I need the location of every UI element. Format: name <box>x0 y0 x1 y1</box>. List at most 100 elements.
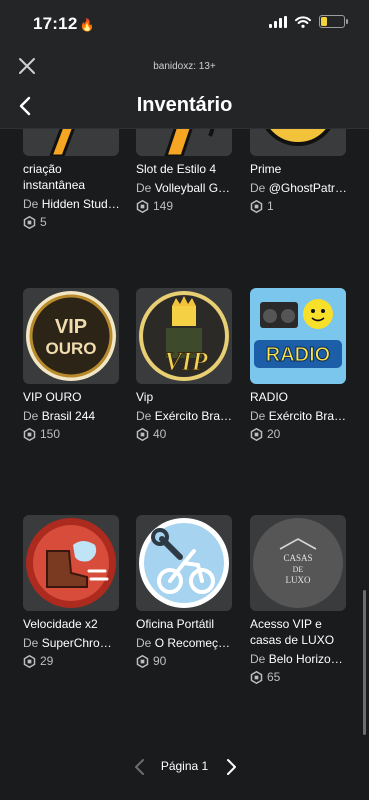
item-thumbnail[interactable] <box>250 129 346 156</box>
item-price: 20 <box>250 427 346 441</box>
price-value: 90 <box>153 654 167 668</box>
inventory-item[interactable]: criação instantânea De Hidden Stud… 5 <box>23 129 120 229</box>
inventory-item[interactable]: Prime De @GhostPatr… 1 <box>250 129 347 213</box>
creator-prefix: De <box>23 409 39 423</box>
lightning-bolt-icon <box>49 129 75 156</box>
thumb-text: DE <box>293 565 304 574</box>
item-name: Velocidade x2 <box>23 617 98 631</box>
creator-prefix: De <box>23 197 39 211</box>
item-name: VIP OURO <box>23 390 82 404</box>
item-price: 65 <box>250 670 346 684</box>
nav-bar: Inventário <box>0 84 369 129</box>
item-thumbnail[interactable] <box>23 129 119 156</box>
robux-icon <box>23 654 36 668</box>
item-creator: De Brasil 244 <box>23 408 137 424</box>
inventory-grid: criação instantânea De Hidden Stud… 5 Sl… <box>0 129 369 800</box>
price-value: 65 <box>267 670 281 684</box>
chevron-right-icon[interactable] <box>224 758 238 776</box>
outfit-slot-icon <box>164 129 215 156</box>
robux-icon <box>23 427 36 441</box>
robux-icon <box>250 199 263 213</box>
thumb-text: VIP <box>55 316 87 338</box>
creator-link[interactable]: Volleyball G… <box>155 181 230 195</box>
inventory-item[interactable]: Oficina Portátil De O Recomeç… 90 <box>136 515 232 668</box>
vip-ouro-badge: VIP OURO <box>26 291 116 381</box>
creator-prefix: De <box>23 636 39 650</box>
pagination: Página 1 <box>0 758 369 778</box>
creator-link[interactable]: @GhostPatr… <box>269 181 347 195</box>
battery-fill <box>321 17 327 26</box>
price-value: 1 <box>267 199 274 213</box>
price-value: 40 <box>153 427 167 441</box>
item-creator: De SuperChro… <box>23 635 137 651</box>
item-name: RADIO <box>250 390 289 404</box>
thumb-text: VIP <box>164 347 208 376</box>
item-price: 149 <box>136 199 232 213</box>
price-value: 150 <box>40 427 61 441</box>
inventory-item[interactable]: RADIO RADIO De Exército Bra… 20 <box>250 288 346 441</box>
thumb-text: CASAS <box>283 553 312 563</box>
item-creator: De Exército Bra… <box>250 408 364 424</box>
creator-prefix: De <box>250 652 266 666</box>
prime-badge-icon <box>265 129 331 146</box>
item-price: 1 <box>250 199 346 213</box>
robux-icon <box>250 427 263 441</box>
thumb-text: LUXO <box>286 575 311 585</box>
creator-prefix: De <box>250 409 266 423</box>
thumb-text: RADIO <box>266 344 330 366</box>
item-price: 90 <box>136 654 232 668</box>
item-thumbnail[interactable]: VIP OURO <box>23 288 119 384</box>
item-creator: De O Recomeç… <box>136 635 250 651</box>
clock: 17:12 <box>33 14 78 33</box>
item-price: 40 <box>136 427 232 441</box>
robux-icon <box>136 199 149 213</box>
creator-link[interactable]: Hidden Stud… <box>42 197 120 211</box>
item-creator: De Volleyball G… <box>136 180 250 196</box>
thumb-text: OURO <box>46 339 97 358</box>
flame-icon: 🔥 <box>79 18 95 32</box>
item-price: 29 <box>23 654 119 668</box>
item-thumbnail[interactable]: RADIO <box>250 288 346 384</box>
item-name: Prime <box>250 162 282 176</box>
creator-prefix: De <box>136 636 152 650</box>
item-thumbnail[interactable] <box>136 515 232 611</box>
price-value: 29 <box>40 654 54 668</box>
item-price: 5 <box>23 215 119 229</box>
robux-icon <box>250 670 263 684</box>
inventory-item[interactable]: Slot de Estilo 4 De Volleyball G… 149 <box>136 129 232 213</box>
robux-icon <box>136 654 149 668</box>
creator-link[interactable]: SuperChro… <box>42 636 112 650</box>
account-label: banidoxz: 13+ <box>153 61 216 72</box>
webview-header: banidoxz: 13+ <box>0 48 369 84</box>
item-thumbnail[interactable]: VIP <box>136 288 232 384</box>
item-thumbnail[interactable] <box>23 515 119 611</box>
status-icons <box>269 15 348 28</box>
wifi-icon <box>295 15 311 28</box>
creator-prefix: De <box>250 181 266 195</box>
item-name: Acesso VIP e casas de LUXO <box>250 617 335 647</box>
price-value: 20 <box>267 427 281 441</box>
item-thumbnail[interactable] <box>136 129 232 156</box>
page-indicator: Página 1 <box>160 759 209 773</box>
wrench-motorbike-icon <box>139 518 229 608</box>
battery-icon <box>319 15 348 28</box>
inventory-item[interactable]: VIP OURO VIP OURO De Brasil 244 150 <box>23 288 119 441</box>
creator-link[interactable]: Exército Bra… <box>155 409 232 423</box>
inventory-item[interactable]: Velocidade x2 De SuperChro… 29 <box>23 515 119 668</box>
creator-link[interactable]: O Recomeç… <box>155 636 230 650</box>
creator-link[interactable]: Belo Horizo… <box>269 652 343 666</box>
inventory-item[interactable]: VIP Vip De Exército Bra… 40 <box>136 288 232 441</box>
scrollbar[interactable] <box>363 590 366 735</box>
status-time: 17:12 🔥 <box>33 14 95 34</box>
inventory-item[interactable]: CASAS DE LUXO Acesso VIP e casas de LUXO… <box>250 515 346 684</box>
creator-link[interactable]: Brasil 244 <box>42 409 95 423</box>
vip-avatar-badge: VIP <box>139 291 229 381</box>
item-creator: De Belo Horizo… <box>250 651 364 667</box>
creator-link[interactable]: Exército Bra… <box>269 409 346 423</box>
item-price: 150 <box>23 427 119 441</box>
creator-prefix: De <box>136 181 152 195</box>
robux-icon <box>136 427 149 441</box>
item-creator: De Exército Bra… <box>136 408 250 424</box>
signal-icon <box>269 15 287 28</box>
item-thumbnail[interactable]: CASAS DE LUXO <box>250 515 346 611</box>
